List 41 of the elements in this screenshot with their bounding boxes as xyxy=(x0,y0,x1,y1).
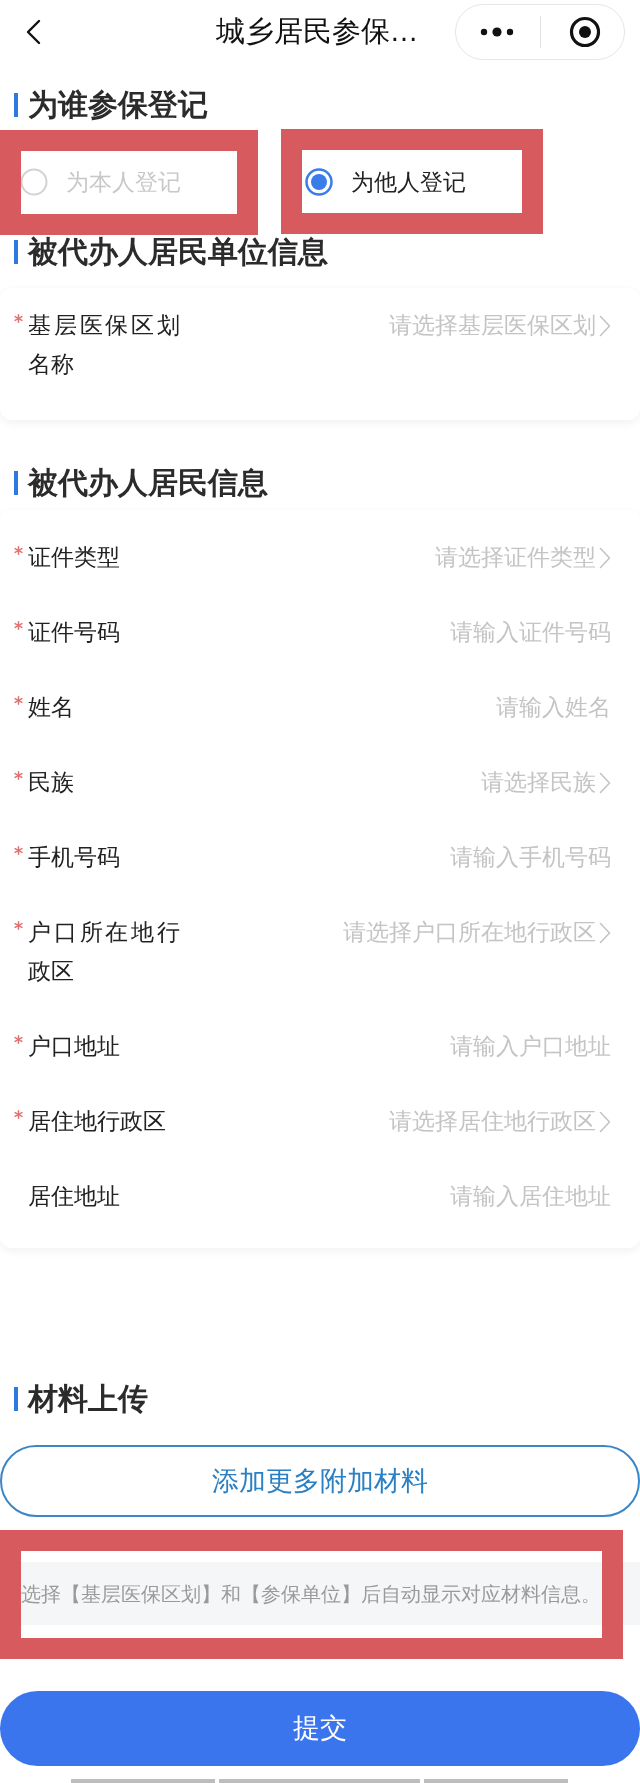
radio-option[interactable]: 为他人登记 xyxy=(303,151,522,213)
heading-accent-bar xyxy=(14,471,18,495)
select-field[interactable]: 请选择民族 xyxy=(180,763,611,802)
input-field[interactable]: 请输入手机号码 xyxy=(180,838,611,877)
field-label: 证件号码 xyxy=(28,618,121,647)
chevron-right-icon xyxy=(599,546,611,569)
field-label: 姓名 xyxy=(28,693,75,722)
input-field[interactable]: 请输入证件号码 xyxy=(180,613,611,652)
field-label: 居住地行政区 xyxy=(28,1107,167,1136)
section-heading: 被代办人居民信息 xyxy=(28,466,268,500)
input-field[interactable]: 请输入姓名 xyxy=(180,688,611,727)
chevron-right-icon xyxy=(599,921,611,944)
field-label: 居住地址 xyxy=(28,1182,121,1211)
target-icon[interactable] xyxy=(569,16,601,48)
select-field[interactable]: 请选择户口所在地行政区 xyxy=(180,913,611,952)
back-icon[interactable] xyxy=(25,19,42,45)
heading-accent-bar xyxy=(14,240,18,264)
heading-accent-bar xyxy=(14,93,18,117)
section-heading: 材料上传 xyxy=(28,1382,148,1416)
field-label: 户口所在地行政区 xyxy=(28,918,180,986)
input-field[interactable]: 请输入居住地址 xyxy=(180,1177,611,1216)
select-field[interactable]: 请选择证件类型 xyxy=(180,538,611,577)
heading-accent-bar xyxy=(14,1387,18,1411)
chevron-right-icon xyxy=(599,1110,611,1133)
field-label: 基层医保区划名称 xyxy=(28,311,180,379)
chevron-right-icon xyxy=(599,771,611,794)
page-title: 城乡居民参保… xyxy=(214,14,420,50)
input-field[interactable]: 请输入户口地址 xyxy=(180,1027,611,1066)
section-heading: 被代办人居民单位信息 xyxy=(28,235,328,269)
field-label: 民族 xyxy=(28,768,75,797)
submit-button[interactable]: 提交 xyxy=(0,1691,640,1766)
field-label: 手机号码 xyxy=(28,843,121,872)
section-heading: 为谁参保登记 xyxy=(28,88,208,122)
more-icon[interactable] xyxy=(480,27,514,37)
field-label: 户口地址 xyxy=(28,1032,121,1061)
field-label: 证件类型 xyxy=(28,543,121,572)
notice-text: 选择【基层医保区划】和【参保单位】后自动显示对应材料信息。 xyxy=(21,1581,601,1607)
chevron-right-icon xyxy=(599,314,611,337)
add-materials-button[interactable]: 添加更多附加材料 xyxy=(0,1445,640,1517)
select-field[interactable]: 请选择基层医保区划 xyxy=(180,306,611,345)
select-field[interactable]: 请选择居住地行政区 xyxy=(180,1102,611,1141)
